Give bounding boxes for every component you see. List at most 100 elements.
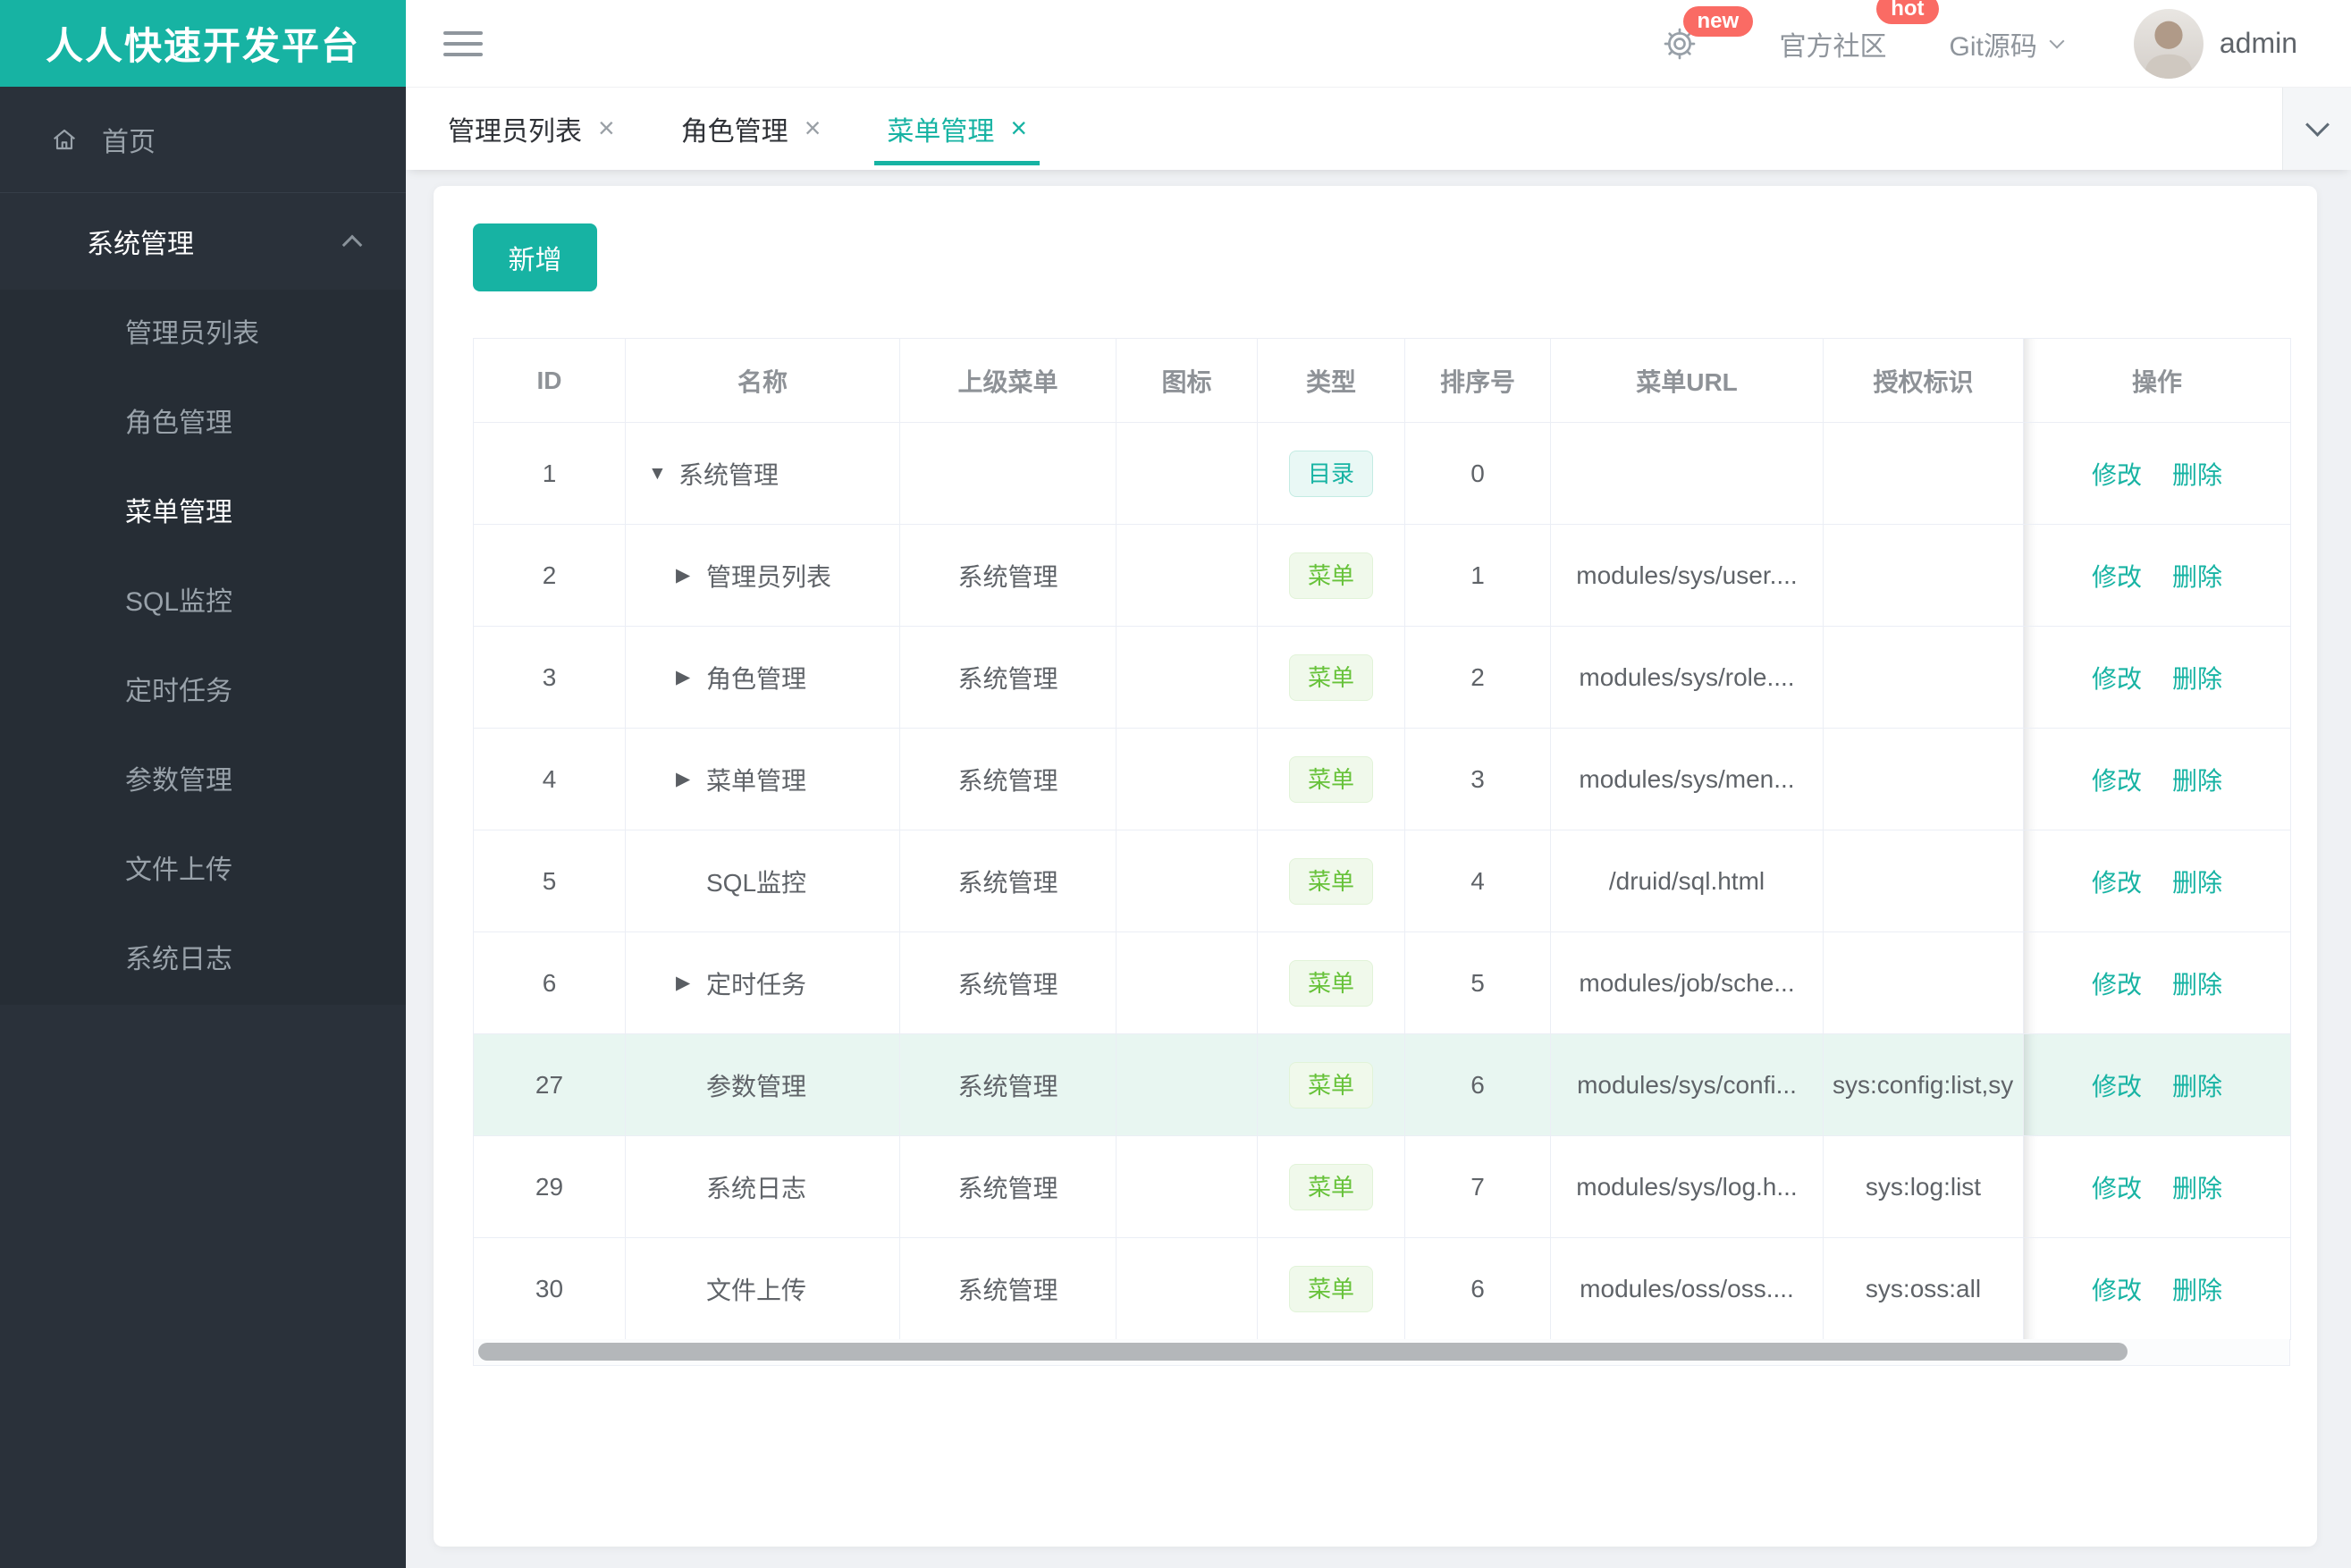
sidebar-item-4[interactable]: 定时任务 <box>0 647 406 737</box>
table-row[interactable]: 4 ▶ 菜单管理 系统管理 菜单 3 modules/sys/men... 修改 删除 <box>473 728 2291 830</box>
tab-close-icon[interactable]: × <box>805 112 822 145</box>
sidebar-item-7[interactable]: 系统日志 <box>0 915 406 1005</box>
expand-row-icon[interactable]: ▶ <box>676 564 699 586</box>
settings-button[interactable]: new <box>1662 5 1754 62</box>
delete-link[interactable]: 删除 <box>2172 767 2222 795</box>
horizontal-scrollbar-thumb[interactable] <box>478 1343 2128 1361</box>
chevron-down-icon <box>2049 33 2065 48</box>
horizontal-scrollbar-track[interactable] <box>473 1339 2290 1366</box>
sidebar-item-5[interactable]: 参数管理 <box>0 737 406 826</box>
column-header-7: 授权标识 <box>1823 338 2024 423</box>
edit-link[interactable]: 修改 <box>2092 665 2142 693</box>
sidebar-section-label: 系统管理 <box>87 230 194 259</box>
table-row[interactable]: 2 ▶ 管理员列表 系统管理 菜单 1 modules/sys/user.... 修改 删除 <box>473 524 2291 627</box>
edit-link[interactable]: 修改 <box>2092 869 2142 897</box>
edit-link[interactable]: 修改 <box>2092 1277 2142 1304</box>
table-row[interactable]: 1 ▼ 系统管理 目录 0 修改 删除 <box>473 422 2291 525</box>
delete-link[interactable]: 删除 <box>2172 665 2222 693</box>
table-row[interactable]: 30▶文件上传系统管理 菜单 6modules/oss/oss....sys:oss… <box>473 1237 2291 1340</box>
sidebar-item-home[interactable]: 首页 <box>0 87 406 193</box>
delete-link[interactable]: 删除 <box>2172 869 2222 897</box>
table-row[interactable]: 6 ▶ 定时任务 系统管理 菜单 5 modules/job/sche... 修改 删除 <box>473 932 2291 1034</box>
delete-link[interactable]: 删除 <box>2172 1277 2222 1304</box>
sidebar-item-1[interactable]: 角色管理 <box>0 379 406 468</box>
tab-close-icon[interactable]: × <box>1010 112 1027 145</box>
username[interactable]: admin <box>2220 27 2297 60</box>
type-tag: 菜单 <box>1288 552 1373 599</box>
cell-parent: 系统管理 <box>899 830 1117 932</box>
edit-link[interactable]: 修改 <box>2092 563 2142 591</box>
table-row[interactable]: 3 ▶ 角色管理 系统管理 菜单 2 modules/sys/role.... 修改 删除 <box>473 626 2291 729</box>
type-tag: 菜单 <box>1288 755 1373 803</box>
edit-link[interactable]: 修改 <box>2092 1073 2142 1100</box>
sidebar-item-3[interactable]: SQL监控 <box>0 558 406 647</box>
cell-type: 菜单 <box>1257 830 1405 932</box>
cell-id: 30 <box>473 1237 626 1340</box>
table-row[interactable]: 29▶系统日志系统管理 菜单 7modules/sys/log.h...sys:lo… <box>473 1135 2291 1238</box>
cell-order: 2 <box>1404 626 1551 729</box>
sidebar-item-2[interactable]: 菜单管理 <box>0 468 406 558</box>
tab-1[interactable]: 角色管理 × <box>669 87 834 170</box>
tab-0[interactable]: 管理员列表 × <box>435 87 628 170</box>
hot-badge: hot <box>1876 0 1939 24</box>
cell-actions: 修改 删除 <box>2023 422 2291 525</box>
home-icon <box>53 129 76 150</box>
expand-row-icon[interactable]: ▶ <box>676 666 699 688</box>
cell-parent: 系统管理 <box>899 1237 1117 1340</box>
column-header-3: 图标 <box>1116 338 1258 423</box>
sidebar: 人人快速开发平台 首页 系统管理 管理员列表 角色管理 菜单管理 SQL监控 定时任务参… <box>0 0 406 1568</box>
delete-link[interactable]: 删除 <box>2172 563 2222 591</box>
tab-overflow-button[interactable] <box>2282 87 2351 170</box>
delete-link[interactable]: 删除 <box>2172 971 2222 999</box>
cell-icon <box>1116 1033 1258 1136</box>
cell-url: /druid/sql.html <box>1550 830 1824 932</box>
cell-id: 6 <box>473 932 626 1034</box>
edit-link[interactable]: 修改 <box>2092 971 2142 999</box>
type-tag: 菜单 <box>1288 1163 1373 1210</box>
cell-url: modules/sys/confi... <box>1550 1033 1824 1136</box>
cell-name: ▶ 角色管理 <box>625 626 900 729</box>
edit-link[interactable]: 修改 <box>2092 1175 2142 1202</box>
cell-perms <box>1823 932 2024 1034</box>
tab-2[interactable]: 菜单管理 × <box>874 87 1040 170</box>
tab-label: 角色管理 <box>680 116 788 147</box>
cell-id: 29 <box>473 1135 626 1238</box>
sidebar-section-system[interactable]: 系统管理 <box>0 193 406 290</box>
expand-row-icon[interactable]: ▶ <box>676 972 699 994</box>
cell-id: 3 <box>473 626 626 729</box>
topbar-right: new 官方社区 hot Git源码 admin <box>1662 0 2351 79</box>
edit-link[interactable]: 修改 <box>2092 767 2142 795</box>
cell-icon <box>1116 626 1258 729</box>
avatar[interactable] <box>2133 8 2204 79</box>
cell-icon <box>1116 1135 1258 1238</box>
cell-url: modules/job/sche... <box>1550 932 1824 1034</box>
cell-url: modules/sys/user.... <box>1550 524 1824 627</box>
expand-row-icon[interactable]: ▶ <box>676 768 699 790</box>
menu-name: 菜单管理 <box>706 766 807 795</box>
cell-perms: sys:config:list,sys:. <box>1823 1033 2024 1136</box>
table-row[interactable]: 27▶参数管理系统管理 菜单 6modules/sys/confi...sys:co… <box>473 1033 2291 1136</box>
cell-id: 5 <box>473 830 626 932</box>
table-header-row: ID 名称 上级菜单 图标 类型 排序号 菜单URL 授权标识 操作 <box>473 338 2291 423</box>
cell-url: modules/sys/role.... <box>1550 626 1824 729</box>
edit-link[interactable]: 修改 <box>2092 461 2142 489</box>
table-body: 1 ▼ 系统管理 目录 0 修改 删除 2 ▶ 管理员列表 系统管理 菜单 1 modules/sys/u… <box>473 422 2291 1340</box>
delete-link[interactable]: 删除 <box>2172 1073 2222 1100</box>
add-button[interactable]: 新增 <box>473 223 597 291</box>
cell-actions: 修改 删除 <box>2023 728 2291 830</box>
sidebar-item-6[interactable]: 文件上传 <box>0 826 406 915</box>
menu-toggle-icon[interactable] <box>443 24 483 63</box>
tab-close-icon[interactable]: × <box>598 112 615 145</box>
cell-icon <box>1116 422 1258 525</box>
delete-link[interactable]: 删除 <box>2172 461 2222 489</box>
collapse-row-icon[interactable]: ▼ <box>648 463 671 485</box>
table-row[interactable]: 5▶SQL监控系统管理 菜单 4/druid/sql.html 修改 删除 <box>473 830 2291 932</box>
community-link[interactable]: 官方社区 hot <box>1780 0 1939 63</box>
menu-name: 系统日志 <box>706 1174 807 1202</box>
git-source-link[interactable]: Git源码 <box>1950 24 2065 63</box>
sidebar-item-0[interactable]: 管理员列表 <box>0 290 406 379</box>
delete-link[interactable]: 删除 <box>2172 1175 2222 1202</box>
cell-type: 菜单 <box>1257 1135 1405 1238</box>
cell-actions: 修改 删除 <box>2023 524 2291 627</box>
cell-icon <box>1116 830 1258 932</box>
